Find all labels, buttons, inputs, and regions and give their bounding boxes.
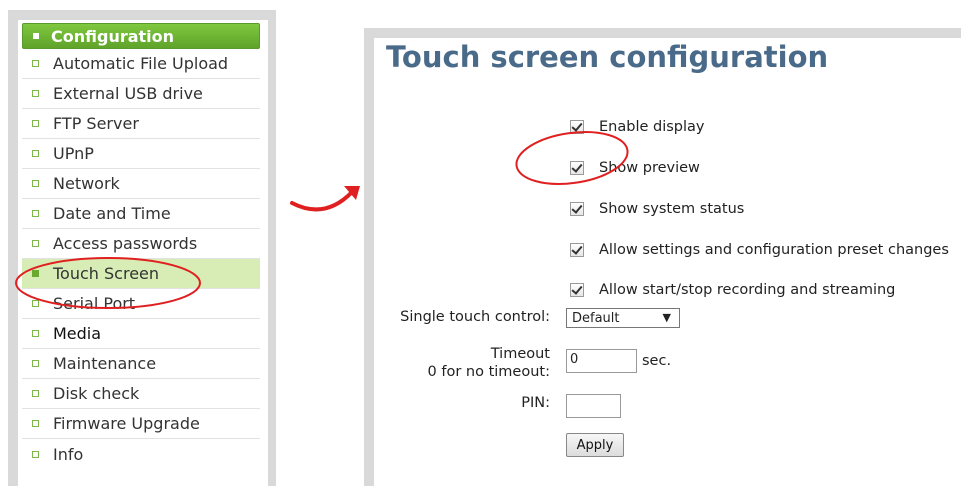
square-bullet-icon [33,33,39,39]
main-panel: Touch screen configuration Enable displa… [364,28,961,486]
checkbox-label: Allow start/stop recording and streaming [599,282,896,298]
sidebar-item-label: Info [53,444,84,464]
sidebar-item-label: Touch Screen [53,264,160,283]
triangle-down-icon: ▼ [662,311,671,324]
checkbox-label: Show system status [599,201,745,217]
square-bullet-icon [32,90,39,97]
timeout-input[interactable]: 0 [566,349,637,373]
square-bullet-icon [32,240,39,247]
timeout-label-line1: Timeout [490,346,550,362]
square-bullet-icon [32,210,39,217]
allow-start-stop-checkbox[interactable] [570,283,584,297]
sidebar-item-label: UPnP [53,144,94,163]
sidebar-item-maintenance[interactable]: Maintenance [22,349,260,379]
sidebar-item-firmware-upgrade[interactable]: Firmware Upgrade [22,409,260,439]
allow-settings-changes-option[interactable]: Allow settings and configuration preset … [570,242,949,258]
curved-arrow-icon [290,190,354,212]
sidebar-item-label: External USB drive [53,84,203,103]
checkbox-label: Enable display [599,119,705,135]
pin-label: PIN: [521,395,550,411]
sidebar-item-label: Media [53,324,102,343]
square-bullet-icon [32,150,39,157]
square-bullet-icon [32,120,39,127]
sidebar-item-label: Maintenance [53,354,157,373]
sidebar-menu: Configuration Automatic File Upload Exte… [18,20,268,486]
timeout-label-line2: 0 for no timeout: [427,364,550,380]
sidebar-item-label: Network [53,174,120,193]
sidebar-header-configuration[interactable]: Configuration [22,23,260,49]
checkbox-label: Show preview [599,160,700,176]
allow-settings-changes-checkbox[interactable] [570,243,584,257]
select-value: Default [572,310,620,326]
checkbox-label: Allow settings and configuration preset … [599,242,949,258]
touch-screen-form: Touch screen configuration Enable displa… [374,38,961,486]
sidebar-item-date-and-time[interactable]: Date and Time [22,199,260,229]
sidebar-item-label: Disk check [53,384,140,403]
sidebar-item-ftp-server[interactable]: FTP Server [22,109,260,139]
sidebar-item-label: Access passwords [53,234,198,253]
apply-button[interactable]: Apply [566,433,624,457]
square-bullet-icon [32,180,39,187]
sidebar-item-disk-check[interactable]: Disk check [22,379,260,409]
sidebar-item-automatic-file-upload[interactable]: Automatic File Upload [22,49,260,79]
timeout-unit: sec. [642,353,672,369]
show-preview-option[interactable]: Show preview [570,160,700,176]
timeout-label: Timeout 0 for no timeout: [428,345,550,381]
square-bullet-icon [32,300,39,307]
pin-input[interactable] [566,394,621,418]
show-system-status-checkbox[interactable] [570,202,584,216]
sidebar-item-info[interactable]: Info [22,439,260,469]
square-bullet-icon [32,360,39,367]
sidebar-item-access-passwords[interactable]: Access passwords [22,229,260,259]
sidebar-item-external-usb-drive[interactable]: External USB drive [22,79,260,109]
single-touch-control-select[interactable]: Default ▼ [566,308,680,328]
square-bullet-icon [32,420,39,427]
enable-display-option[interactable]: Enable display [570,119,705,135]
enable-display-checkbox[interactable] [570,120,584,134]
square-bullet-icon [32,270,39,277]
square-bullet-icon [32,450,39,458]
show-preview-checkbox[interactable] [570,161,584,175]
sidebar-item-label: Automatic File Upload [53,54,229,73]
arrow-head-icon [344,186,360,200]
sidebar-header-label: Configuration [51,26,175,46]
sidebar-item-label: Serial Port [53,294,136,313]
sidebar: Configuration Automatic File Upload Exte… [8,10,276,486]
sidebar-item-label: Firmware Upgrade [53,414,200,433]
sidebar-item-label: FTP Server [53,114,139,133]
sidebar-item-serial-port[interactable]: Serial Port [22,289,260,319]
page-title: Touch screen configuration [386,40,829,74]
square-bullet-icon [32,330,39,337]
single-touch-control-label: Single touch control: [400,309,550,325]
sidebar-item-media[interactable]: Media [22,319,260,349]
allow-start-stop-option[interactable]: Allow start/stop recording and streaming [570,282,895,298]
sidebar-item-label: Date and Time [53,204,171,223]
square-bullet-icon [32,390,39,397]
sidebar-item-network[interactable]: Network [22,169,260,199]
sidebar-item-touch-screen[interactable]: Touch Screen [22,259,260,289]
show-system-status-option[interactable]: Show system status [570,201,744,217]
sidebar-item-upnp[interactable]: UPnP [22,139,260,169]
square-bullet-icon [32,60,39,67]
